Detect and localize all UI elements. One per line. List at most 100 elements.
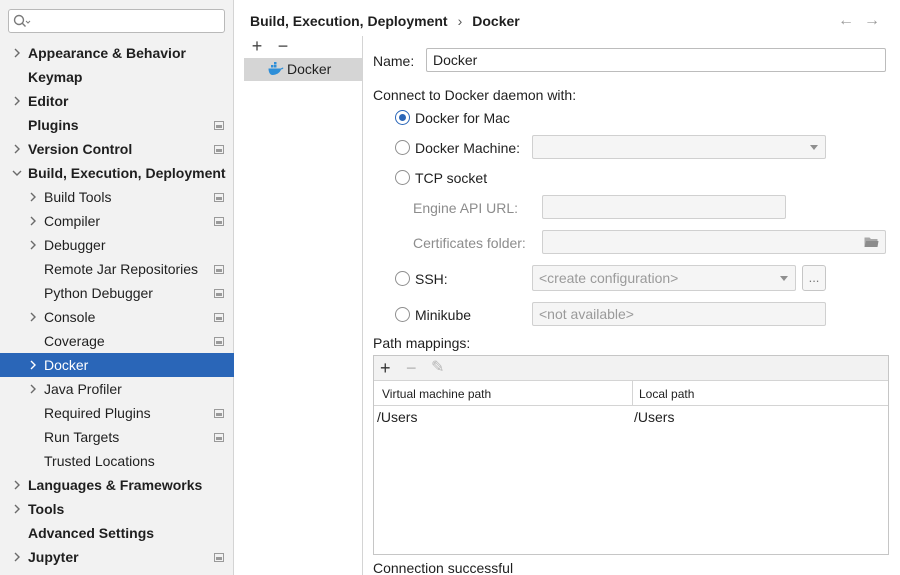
chevron-right-icon[interactable] — [27, 191, 39, 203]
ssh-label[interactable]: SSH: — [415, 271, 448, 287]
minikube-radio[interactable] — [395, 307, 410, 322]
minikube-field: <not available> — [532, 302, 826, 326]
chevron-right-icon[interactable] — [11, 143, 23, 155]
docker-machine-select[interactable] — [532, 135, 826, 159]
tcp-socket-label[interactable]: TCP socket — [415, 170, 487, 186]
ssh-config-value: <create configuration> — [539, 270, 679, 286]
docker-config-list: + − Docker — [244, 36, 363, 575]
path-mappings-label: Path mappings: — [373, 335, 471, 351]
config-item-docker[interactable]: Docker — [244, 58, 363, 81]
column-header-local-path[interactable]: Local path — [639, 387, 694, 401]
connect-label: Connect to Docker daemon with: — [373, 87, 577, 103]
column-divider — [632, 381, 633, 406]
sidebar-item-build-tools[interactable]: Build Tools — [0, 185, 234, 209]
breadcrumb-separator-icon: › — [457, 13, 463, 29]
chevron-right-icon[interactable] — [27, 215, 39, 227]
chevron-right-icon[interactable] — [27, 311, 39, 323]
sidebar-item-tools[interactable]: Tools — [0, 497, 234, 521]
chevron-down-icon — [810, 145, 818, 150]
sidebar-item-label: Coverage — [44, 333, 105, 349]
back-arrow-icon[interactable]: ← — [837, 12, 855, 30]
engine-api-url-field[interactable] — [542, 195, 786, 219]
ssh-more-button[interactable]: ... — [802, 265, 826, 291]
edit-mapping-icon[interactable]: ✎ — [431, 357, 444, 379]
sidebar-item-label: Debugger — [44, 237, 106, 253]
sidebar-item-label: Build, Execution, Deployment — [28, 165, 226, 181]
sidebar-item-label: Jupyter — [28, 549, 79, 565]
chevron-down-icon[interactable] — [11, 167, 23, 179]
chevron-right-icon[interactable] — [27, 359, 39, 371]
project-scope-icon — [214, 433, 224, 442]
column-header-vm-path[interactable]: Virtual machine path — [382, 387, 491, 401]
folder-icon[interactable] — [864, 236, 879, 248]
sidebar-item-label: Version Control — [28, 141, 133, 157]
sidebar-item-run-targets[interactable]: Run Targets — [0, 425, 234, 449]
settings-tree: Appearance & Behavior Keymap Editor Plugins… — [0, 41, 234, 569]
sidebar-item-label: Editor — [28, 93, 69, 109]
sidebar-item-jupyter[interactable]: Jupyter — [0, 545, 234, 569]
sidebar-item-label: Build Tools — [44, 189, 112, 205]
sidebar-item-label: Keymap — [28, 69, 83, 85]
project-scope-icon — [214, 289, 224, 298]
ssh-config-select[interactable]: <create configuration> — [532, 265, 796, 291]
sidebar-item-appearance-behavior[interactable]: Appearance & Behavior — [0, 41, 234, 65]
chevron-right-icon[interactable] — [27, 383, 39, 395]
sidebar-item-languages-frameworks[interactable]: Languages & Frameworks — [0, 473, 234, 497]
sidebar-item-label: Python Debugger — [44, 285, 153, 301]
chevron-right-icon[interactable] — [11, 47, 23, 59]
forward-arrow-icon[interactable]: → — [863, 12, 881, 30]
remove-config-icon[interactable]: − — [273, 36, 293, 56]
chevron-right-icon[interactable] — [11, 503, 23, 515]
breadcrumb-parent[interactable]: Build, Execution, Deployment — [250, 13, 448, 29]
sidebar-item-label: Required Plugins — [44, 405, 151, 421]
sidebar-item-debugger[interactable]: Debugger — [0, 233, 234, 257]
chevron-right-icon[interactable] — [11, 479, 23, 491]
sidebar-item-coverage[interactable]: Coverage — [0, 329, 234, 353]
chevron-right-icon[interactable] — [27, 239, 39, 251]
docker-machine-label[interactable]: Docker Machine: — [415, 140, 520, 156]
sidebar-item-compiler[interactable]: Compiler — [0, 209, 234, 233]
sidebar-item-version-control[interactable]: Version Control — [0, 137, 234, 161]
certificates-folder-label: Certificates folder: — [413, 235, 526, 251]
sidebar-item-advanced-settings[interactable]: Advanced Settings — [0, 521, 234, 545]
sidebar-item-plugins[interactable]: Plugins — [0, 113, 234, 137]
docker-for-mac-radio[interactable] — [395, 110, 410, 125]
minikube-label[interactable]: Minikube — [415, 307, 471, 323]
config-item-label: Docker — [287, 61, 332, 77]
search-input[interactable] — [8, 9, 225, 33]
sidebar-item-required-plugins[interactable]: Required Plugins — [0, 401, 234, 425]
chevron-right-icon[interactable] — [11, 95, 23, 107]
docker-machine-radio[interactable] — [395, 140, 410, 155]
project-scope-icon — [214, 145, 224, 154]
sidebar-item-keymap[interactable]: Keymap — [0, 65, 234, 89]
table-row[interactable]: /Users /Users — [374, 406, 888, 428]
vm-path-cell: /Users — [377, 409, 418, 425]
name-label: Name: — [373, 53, 415, 69]
sidebar-item-remote-jar-repositories[interactable]: Remote Jar Repositories — [0, 257, 234, 281]
add-mapping-icon[interactable]: + — [380, 357, 391, 379]
sidebar-item-console[interactable]: Console — [0, 305, 234, 329]
sidebar-item-python-debugger[interactable]: Python Debugger — [0, 281, 234, 305]
sidebar-item-editor[interactable]: Editor — [0, 89, 234, 113]
tcp-socket-radio[interactable] — [395, 170, 410, 185]
sidebar-item-label: Advanced Settings — [28, 525, 155, 541]
add-config-icon[interactable]: + — [247, 36, 267, 56]
sidebar-item-java-profiler[interactable]: Java Profiler — [0, 377, 234, 401]
sidebar-item-docker[interactable]: Docker — [0, 353, 234, 377]
project-scope-icon — [214, 553, 224, 562]
sidebar-item-trusted-locations[interactable]: Trusted Locations — [0, 449, 234, 473]
sidebar-item-build-execution-deployment[interactable]: Build, Execution, Deployment — [0, 161, 234, 185]
certificates-folder-field[interactable] — [542, 230, 886, 254]
sidebar-item-label: Run Targets — [44, 429, 120, 445]
project-scope-icon — [214, 265, 224, 274]
chevron-right-icon[interactable] — [11, 551, 23, 563]
project-scope-icon — [214, 217, 224, 226]
name-field[interactable]: Docker — [426, 48, 886, 72]
ssh-radio[interactable] — [395, 271, 410, 286]
sidebar-item-label: Console — [44, 309, 96, 325]
docker-for-mac-label[interactable]: Docker for Mac — [415, 110, 510, 126]
remove-mapping-icon[interactable]: − — [406, 357, 417, 379]
mappings-header: Virtual machine path Local path — [374, 381, 888, 406]
sidebar-item-label: Languages & Frameworks — [28, 477, 203, 493]
sidebar-item-label: Trusted Locations — [44, 453, 155, 469]
